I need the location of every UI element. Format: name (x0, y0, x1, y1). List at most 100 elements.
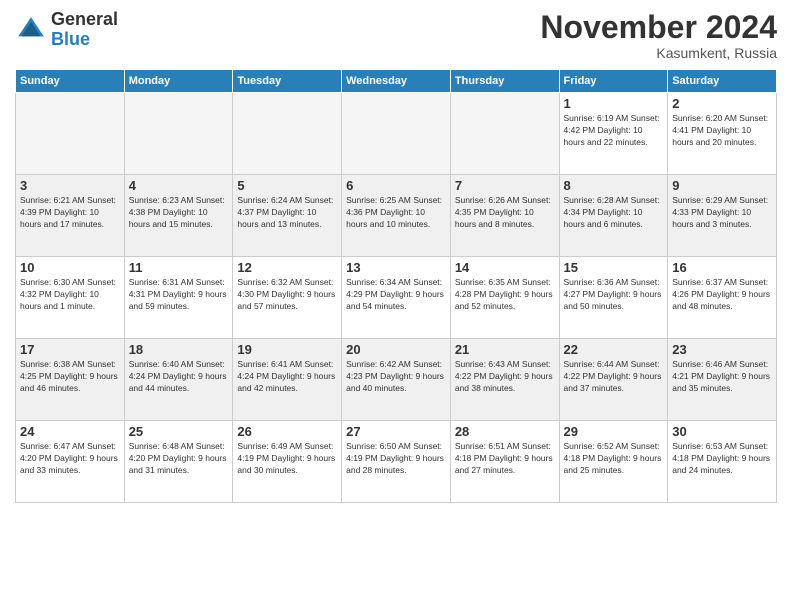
day-number: 14 (455, 260, 555, 275)
day-info: Sunrise: 6:49 AM Sunset: 4:19 PM Dayligh… (237, 441, 337, 477)
day-number: 11 (129, 260, 229, 275)
week-row-2: 3 Sunrise: 6:21 AM Sunset: 4:39 PM Daylig… (16, 175, 777, 257)
day-info: Sunrise: 6:48 AM Sunset: 4:20 PM Dayligh… (129, 441, 229, 477)
calendar-cell (124, 93, 233, 175)
calendar-cell: 19 Sunrise: 6:41 AM Sunset: 4:24 PM Dayli… (233, 339, 342, 421)
day-info: Sunrise: 6:34 AM Sunset: 4:29 PM Dayligh… (346, 277, 446, 313)
day-info: Sunrise: 6:31 AM Sunset: 4:31 PM Dayligh… (129, 277, 229, 313)
day-info: Sunrise: 6:30 AM Sunset: 4:32 PM Dayligh… (20, 277, 120, 313)
calendar-cell: 9 Sunrise: 6:29 AM Sunset: 4:33 PM Daylig… (668, 175, 777, 257)
calendar-cell (233, 93, 342, 175)
day-number: 9 (672, 178, 772, 193)
day-info: Sunrise: 6:42 AM Sunset: 4:23 PM Dayligh… (346, 359, 446, 395)
day-info: Sunrise: 6:35 AM Sunset: 4:28 PM Dayligh… (455, 277, 555, 313)
week-row-5: 24 Sunrise: 6:47 AM Sunset: 4:20 PM Dayli… (16, 421, 777, 503)
week-row-4: 17Sunrise: 6:38 AM Sunset: 4:25 PM Dayli… (16, 339, 777, 421)
col-sunday: Sunday (16, 70, 125, 93)
day-number: 23 (672, 342, 772, 357)
day-info: Sunrise: 6:41 AM Sunset: 4:24 PM Dayligh… (237, 359, 337, 395)
day-number: 2 (672, 96, 772, 111)
day-info: Sunrise: 6:47 AM Sunset: 4:20 PM Dayligh… (20, 441, 120, 477)
header: General Blue November 2024 Kasumkent, Ru… (15, 10, 777, 61)
day-number: 17 (20, 342, 120, 357)
location: Kasumkent, Russia (540, 45, 777, 61)
day-info: Sunrise: 6:32 AM Sunset: 4:30 PM Dayligh… (237, 277, 337, 313)
day-info: Sunrise: 6:43 AM Sunset: 4:22 PM Dayligh… (455, 359, 555, 395)
day-number: 29 (564, 424, 664, 439)
logo-icon (15, 14, 47, 46)
col-saturday: Saturday (668, 70, 777, 93)
day-number: 7 (455, 178, 555, 193)
day-number: 27 (346, 424, 446, 439)
calendar-table: Sunday Monday Tuesday Wednesday Thursday… (15, 69, 777, 503)
day-number: 25 (129, 424, 229, 439)
col-wednesday: Wednesday (342, 70, 451, 93)
day-info: Sunrise: 6:29 AM Sunset: 4:33 PM Dayligh… (672, 195, 772, 231)
day-number: 26 (237, 424, 337, 439)
day-number: 13 (346, 260, 446, 275)
calendar-cell (16, 93, 125, 175)
calendar-cell: 1 Sunrise: 6:19 AM Sunset: 4:42 PM Daylig… (559, 93, 668, 175)
day-number: 20 (346, 342, 446, 357)
day-info: Sunrise: 6:44 AM Sunset: 4:22 PM Dayligh… (564, 359, 664, 395)
col-tuesday: Tuesday (233, 70, 342, 93)
day-number: 10 (20, 260, 120, 275)
day-info: Sunrise: 6:26 AM Sunset: 4:35 PM Dayligh… (455, 195, 555, 231)
calendar-cell: 23 Sunrise: 6:46 AM Sunset: 4:21 PM Dayli… (668, 339, 777, 421)
day-info: Sunrise: 6:37 AM Sunset: 4:26 PM Dayligh… (672, 277, 772, 313)
calendar-cell: 7 Sunrise: 6:26 AM Sunset: 4:35 PM Daylig… (450, 175, 559, 257)
day-number: 3 (20, 178, 120, 193)
title-block: November 2024 Kasumkent, Russia (540, 10, 777, 61)
day-info: Sunrise: 6:40 AM Sunset: 4:24 PM Dayligh… (129, 359, 229, 395)
calendar-cell: 12 Sunrise: 6:32 AM Sunset: 4:30 PM Dayli… (233, 257, 342, 339)
day-number: 21 (455, 342, 555, 357)
calendar-cell: 6 Sunrise: 6:25 AM Sunset: 4:36 PM Daylig… (342, 175, 451, 257)
logo: General Blue (15, 10, 118, 50)
day-number: 19 (237, 342, 337, 357)
calendar-cell: 18 Sunrise: 6:40 AM Sunset: 4:24 PM Dayli… (124, 339, 233, 421)
calendar-cell: 14 Sunrise: 6:35 AM Sunset: 4:28 PM Dayli… (450, 257, 559, 339)
day-info: Sunrise: 6:51 AM Sunset: 4:18 PM Dayligh… (455, 441, 555, 477)
calendar-cell: 10 Sunrise: 6:30 AM Sunset: 4:32 PM Dayli… (16, 257, 125, 339)
day-number: 24 (20, 424, 120, 439)
week-row-3: 10 Sunrise: 6:30 AM Sunset: 4:32 PM Dayli… (16, 257, 777, 339)
calendar-cell: 5Sunrise: 6:24 AM Sunset: 4:37 PM Daylig… (233, 175, 342, 257)
day-info: Sunrise: 6:46 AM Sunset: 4:21 PM Dayligh… (672, 359, 772, 395)
day-number: 15 (564, 260, 664, 275)
logo-general: General (51, 9, 118, 29)
calendar-cell: 29 Sunrise: 6:52 AM Sunset: 4:18 PM Dayli… (559, 421, 668, 503)
calendar-cell: 11 Sunrise: 6:31 AM Sunset: 4:31 PM Dayli… (124, 257, 233, 339)
day-number: 1 (564, 96, 664, 111)
calendar-cell (450, 93, 559, 175)
month-title: November 2024 (540, 10, 777, 45)
day-info: Sunrise: 6:53 AM Sunset: 4:18 PM Dayligh… (672, 441, 772, 477)
calendar-cell: 20 Sunrise: 6:42 AM Sunset: 4:23 PM Dayli… (342, 339, 451, 421)
day-number: 6 (346, 178, 446, 193)
calendar-cell: 30Sunrise: 6:53 AM Sunset: 4:18 PM Dayli… (668, 421, 777, 503)
calendar-cell: 2 Sunrise: 6:20 AM Sunset: 4:41 PM Daylig… (668, 93, 777, 175)
calendar-cell: 13 Sunrise: 6:34 AM Sunset: 4:29 PM Dayli… (342, 257, 451, 339)
day-info: Sunrise: 6:20 AM Sunset: 4:41 PM Dayligh… (672, 113, 772, 149)
calendar-cell: 24 Sunrise: 6:47 AM Sunset: 4:20 PM Dayli… (16, 421, 125, 503)
day-number: 18 (129, 342, 229, 357)
day-info: Sunrise: 6:52 AM Sunset: 4:18 PM Dayligh… (564, 441, 664, 477)
day-info: Sunrise: 6:24 AM Sunset: 4:37 PM Dayligh… (237, 195, 337, 231)
calendar-cell: 27 Sunrise: 6:50 AM Sunset: 4:19 PM Dayli… (342, 421, 451, 503)
day-info: Sunrise: 6:28 AM Sunset: 4:34 PM Dayligh… (564, 195, 664, 231)
day-number: 12 (237, 260, 337, 275)
day-info: Sunrise: 6:19 AM Sunset: 4:42 PM Dayligh… (564, 113, 664, 149)
calendar-cell: 28Sunrise: 6:51 AM Sunset: 4:18 PM Dayli… (450, 421, 559, 503)
calendar-cell: 16Sunrise: 6:37 AM Sunset: 4:26 PM Dayli… (668, 257, 777, 339)
calendar-cell: 25 Sunrise: 6:48 AM Sunset: 4:20 PM Dayli… (124, 421, 233, 503)
day-info: Sunrise: 6:50 AM Sunset: 4:19 PM Dayligh… (346, 441, 446, 477)
calendar-cell: 15Sunrise: 6:36 AM Sunset: 4:27 PM Dayli… (559, 257, 668, 339)
day-info: Sunrise: 6:21 AM Sunset: 4:39 PM Dayligh… (20, 195, 120, 231)
calendar-cell: 26 Sunrise: 6:49 AM Sunset: 4:19 PM Dayli… (233, 421, 342, 503)
header-row: Sunday Monday Tuesday Wednesday Thursday… (16, 70, 777, 93)
day-number: 22 (564, 342, 664, 357)
week-row-1: 1 Sunrise: 6:19 AM Sunset: 4:42 PM Daylig… (16, 93, 777, 175)
day-info: Sunrise: 6:23 AM Sunset: 4:38 PM Dayligh… (129, 195, 229, 231)
day-info: Sunrise: 6:25 AM Sunset: 4:36 PM Dayligh… (346, 195, 446, 231)
page-container: General Blue November 2024 Kasumkent, Ru… (0, 0, 792, 513)
col-friday: Friday (559, 70, 668, 93)
